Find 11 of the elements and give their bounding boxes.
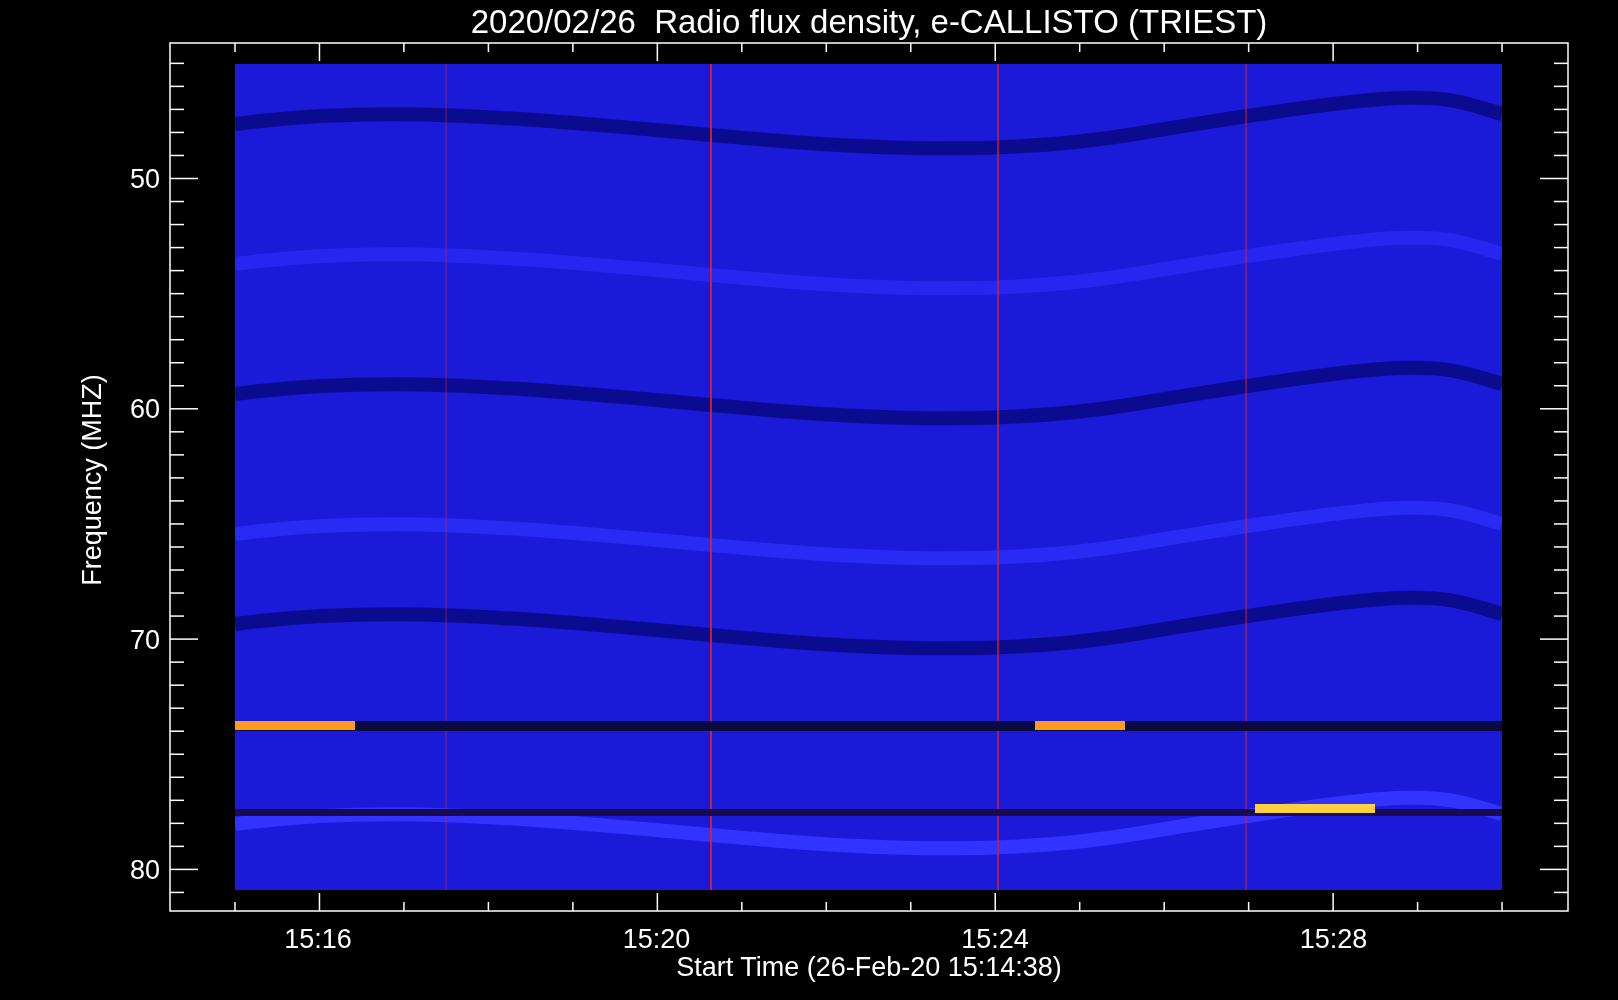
axis-tick-label: 15:28: [1299, 924, 1368, 954]
chart-title: 2020/02/26 Radio flux density, e-CALLISTO (TRIEST): [470, 3, 1268, 40]
axis-tick-label: 80: [129, 854, 160, 885]
axis-title: Frequency (MHZ): [77, 374, 107, 586]
axis-title: Start Time (26-Feb-20 15:14:38): [676, 952, 1062, 982]
axis-tick-label: 15:20: [622, 924, 691, 954]
axis-tick-label: 70: [129, 624, 160, 655]
axis-tick-label: 60: [129, 394, 160, 425]
axis-tick-label: 15:24: [961, 924, 1029, 954]
axis-tick-label: 15:16: [284, 924, 352, 954]
axis-tick-label: 50: [129, 164, 160, 194]
